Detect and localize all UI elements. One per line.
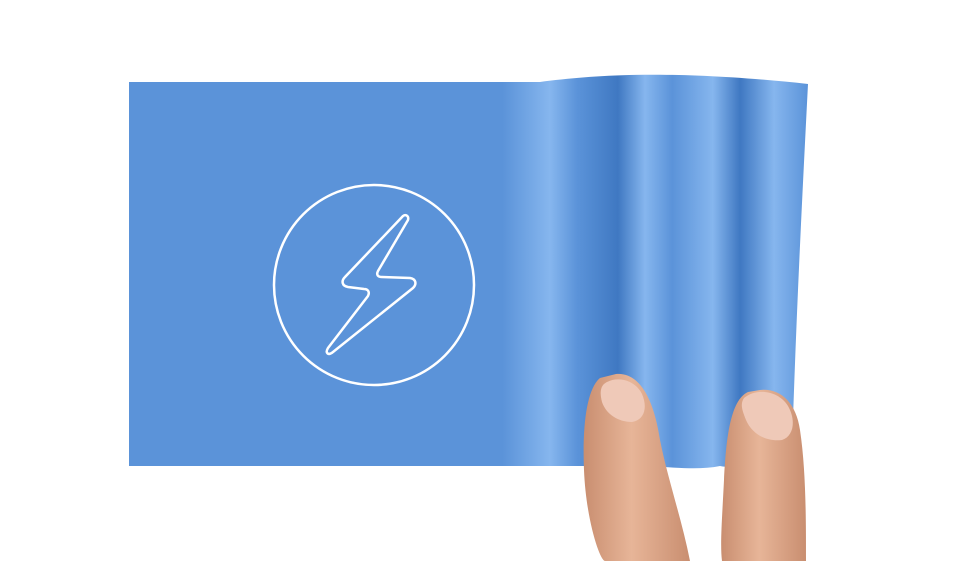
blue-sheet — [129, 74, 808, 469]
product-photo — [0, 0, 960, 561]
finger — [721, 389, 806, 561]
photo-canvas — [0, 0, 960, 561]
